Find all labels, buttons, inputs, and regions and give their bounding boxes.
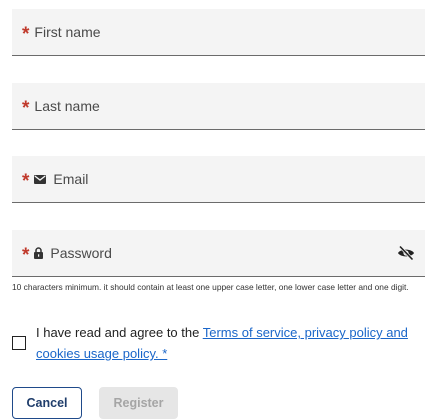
cancel-button[interactable]: Cancel — [12, 387, 82, 419]
terms-checkbox[interactable] — [12, 336, 26, 350]
first-name-label: First name — [34, 24, 101, 40]
password-hint: 10 characters minimum. it should contain… — [12, 282, 409, 292]
terms-text: I have read and agree to the Terms of se… — [36, 322, 432, 364]
password-label: Password — [50, 245, 112, 261]
terms-prefix: I have read and agree to the — [36, 325, 203, 340]
terms-agreement: I have read and agree to the Terms of se… — [12, 322, 432, 364]
last-name-label: Last name — [34, 98, 100, 114]
registration-form: * First name * Last name * Email * Passw… — [0, 0, 439, 419]
first-name-field[interactable]: * First name — [12, 9, 425, 56]
email-field[interactable]: * Email — [12, 156, 425, 203]
envelope-icon — [34, 174, 47, 184]
required-asterisk: * — [22, 244, 30, 266]
required-asterisk: * — [22, 170, 30, 192]
lock-icon — [34, 247, 44, 259]
register-button[interactable]: Register — [99, 387, 178, 419]
required-asterisk: * — [22, 97, 30, 119]
eye-off-icon[interactable] — [397, 245, 415, 261]
last-name-field[interactable]: * Last name — [12, 83, 425, 130]
password-field[interactable]: * Password — [12, 230, 425, 277]
email-label: Email — [53, 171, 89, 187]
required-asterisk: * — [22, 23, 30, 45]
